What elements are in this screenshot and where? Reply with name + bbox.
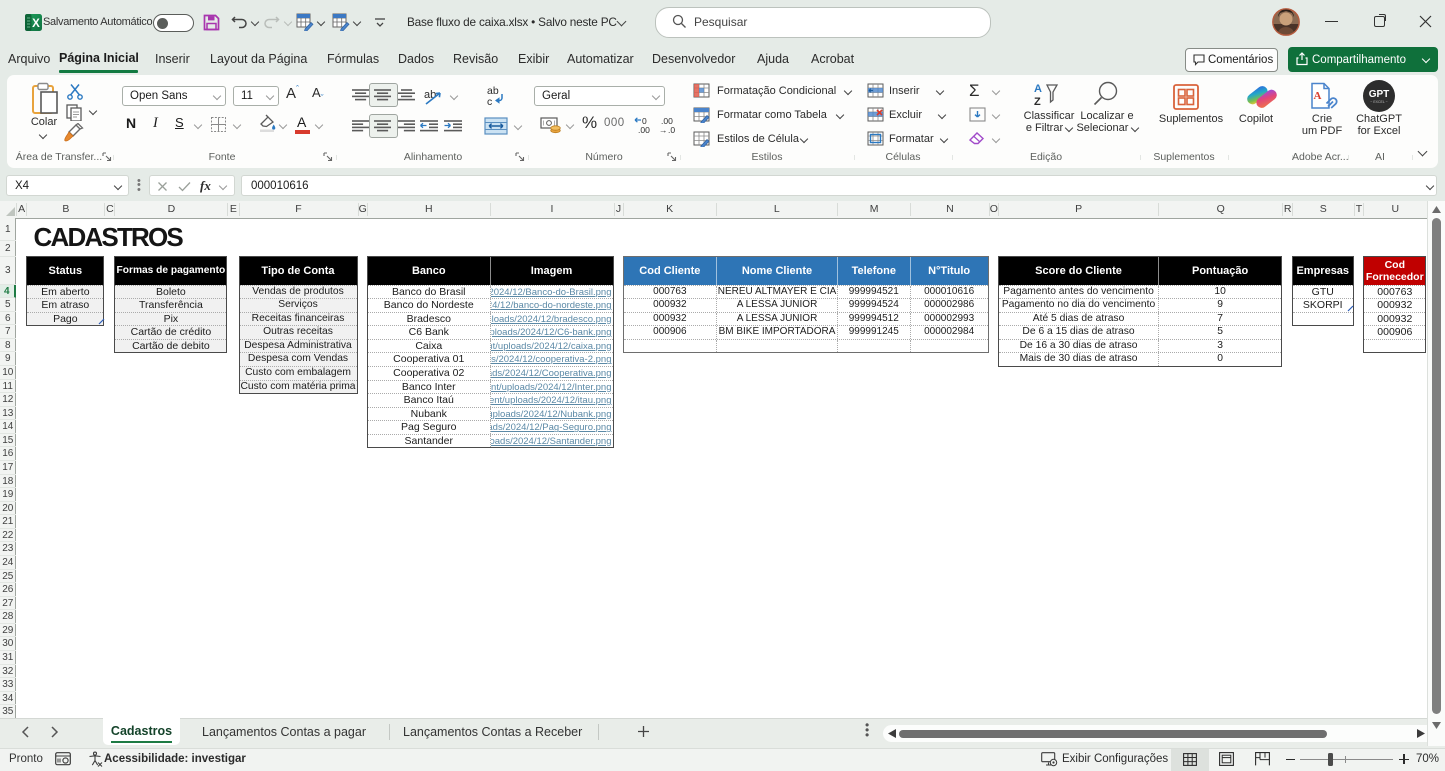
svg-text:A: A [1034, 83, 1042, 95]
svg-text:X: X [32, 18, 40, 30]
svg-text:Z: Z [1034, 96, 1041, 107]
svg-text:A: A [1314, 90, 1322, 102]
svg-text:ab: ab [424, 89, 436, 101]
svg-text:.00: .00 [638, 125, 650, 135]
svg-text:c: c [487, 96, 492, 108]
svg-text:→: → [659, 125, 668, 135]
svg-text:.0: .0 [668, 125, 675, 135]
